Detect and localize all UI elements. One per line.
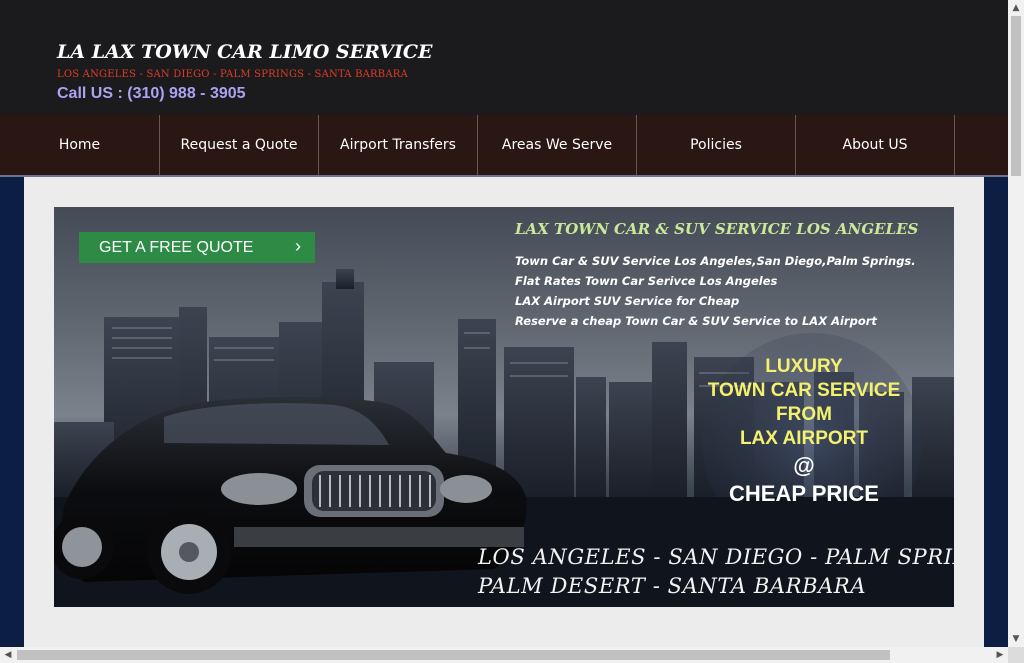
arrow-up-icon[interactable]: ▲: [1008, 0, 1024, 16]
luxury-badge: LUXURY TOWN CAR SERVICE FROM LAX AIRPORT…: [684, 355, 924, 507]
badge-line: LAX AIRPORT: [739, 428, 869, 449]
hero-banner: GET A FREE QUOTE › LAX TOWN CAR & SUV SE…: [54, 207, 954, 607]
promo-line: Reserve a cheap Town Car & SUV Service t…: [515, 314, 877, 328]
nav-item-airport-transfers[interactable]: Airport Transfers: [319, 115, 478, 175]
badge-line: LUXURY: [765, 356, 843, 377]
vertical-scrollbar[interactable]: ▲ ▼: [1008, 0, 1024, 647]
site-tagline: LOS ANGELES - SAN DIEGO - PALM SPRINGS -…: [57, 69, 408, 80]
promo-line: Flat Rates Town Car Serivce Los Angeles: [515, 274, 778, 288]
badge-price: CHEAP PRICE: [729, 481, 879, 506]
horizontal-scrollbar[interactable]: ◀ ▶: [0, 647, 1008, 663]
vertical-scroll-thumb[interactable]: [1011, 16, 1021, 176]
site-header: LA LAX TOWN CAR LIMO SERVICE LOS ANGELES…: [0, 0, 1008, 115]
arrow-left-icon[interactable]: ◀: [0, 647, 16, 663]
badge-line: TOWN CAR SERVICE: [707, 380, 901, 401]
arrow-right-icon[interactable]: ▶: [992, 647, 1008, 663]
phone-number[interactable]: Call US : (310) 988 - 3905: [57, 85, 246, 103]
chevron-right-icon: ›: [295, 236, 301, 256]
nav-item-home[interactable]: Home: [0, 115, 160, 175]
promo-line: LAX Airport SUV Service for Cheap: [515, 294, 740, 308]
nav-item-request-quote[interactable]: Request a Quote: [160, 115, 319, 175]
site-title[interactable]: LA LAX TOWN CAR LIMO SERVICE: [57, 41, 432, 63]
arrow-down-icon[interactable]: ▼: [1008, 631, 1024, 647]
scrollbar-corner: [1008, 647, 1024, 663]
cities-line: LOS ANGELES - SAN DIEGO - PALM SPRINGS: [478, 545, 954, 569]
promo-line: Town Car & SUV Service Los Angeles,San D…: [515, 254, 916, 268]
main-nav: Home Request a Quote Airport Transfers A…: [0, 115, 1008, 175]
promo-title: LAX TOWN CAR & SUV SERVICE LOS ANGELES: [515, 220, 919, 238]
quote-button-label: GET A FREE QUOTE: [99, 238, 254, 256]
nav-item-areas-we-serve[interactable]: Areas We Serve: [478, 115, 637, 175]
service-cities: LOS ANGELES - SAN DIEGO - PALM SPRINGS P…: [478, 543, 954, 601]
horizontal-scroll-thumb[interactable]: [17, 650, 890, 660]
cities-line: PALM DESERT - SANTA BARBARA: [478, 574, 867, 598]
badge-at: @: [793, 453, 815, 478]
promo-list: Town Car & SUV Service Los Angeles,San D…: [515, 253, 916, 333]
nav-item-policies[interactable]: Policies: [637, 115, 796, 175]
badge-line: FROM: [776, 404, 832, 425]
get-free-quote-button[interactable]: GET A FREE QUOTE ›: [79, 232, 315, 263]
nav-item-about-us[interactable]: About US: [796, 115, 955, 175]
